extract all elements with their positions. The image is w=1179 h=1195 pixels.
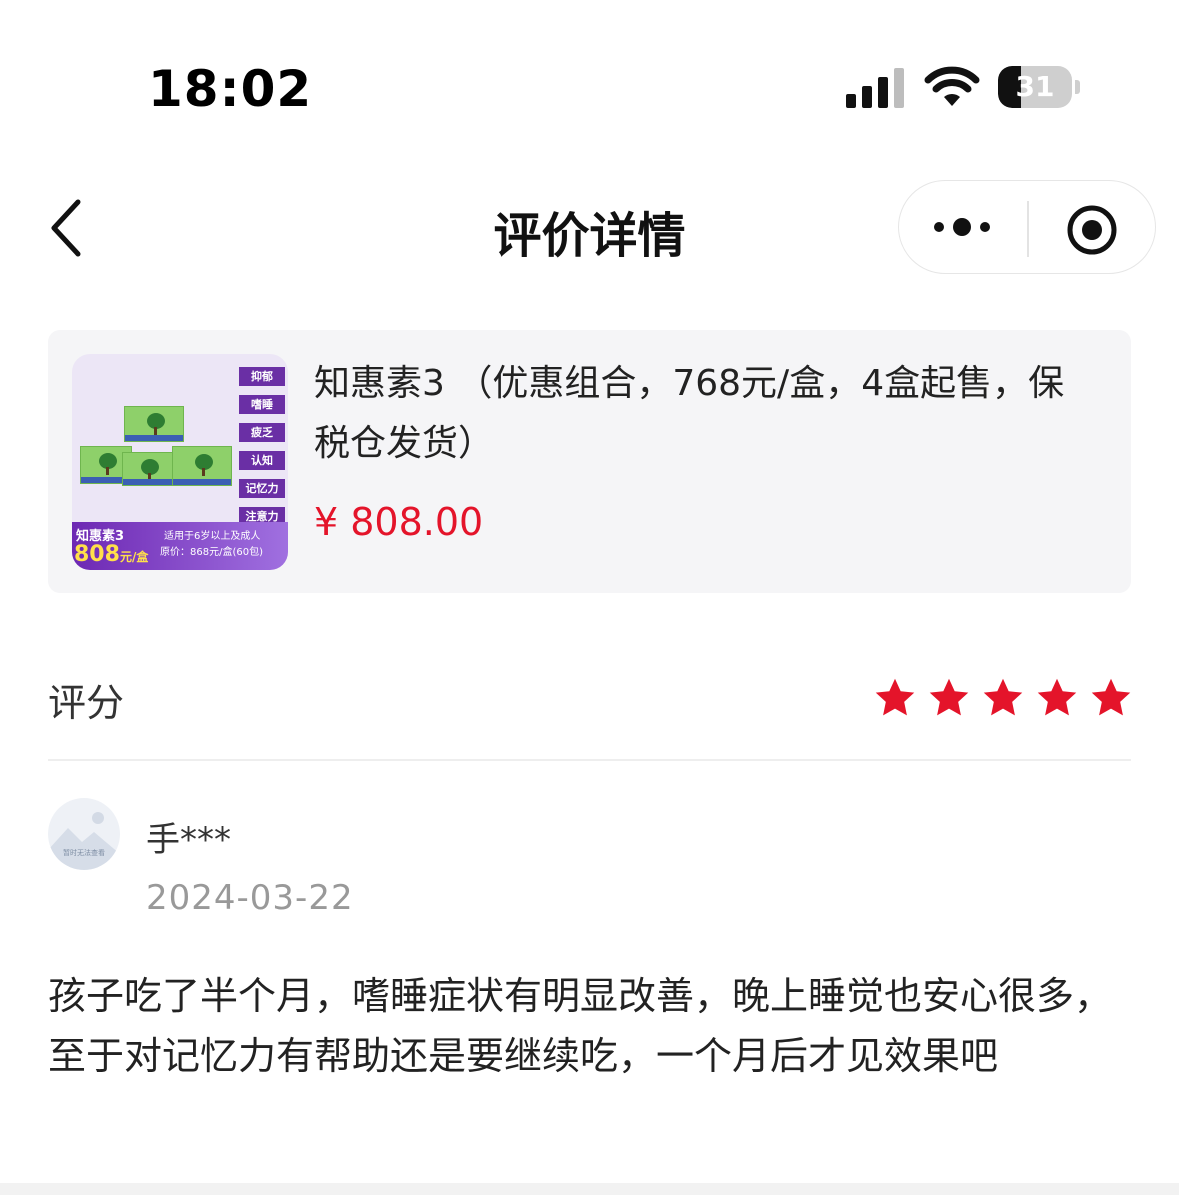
mini-program-capsule: [898, 180, 1156, 274]
star-icon: [929, 678, 969, 716]
bottom-edge: [0, 1183, 1179, 1195]
more-dots-icon[interactable]: [929, 207, 999, 247]
product-tag: 记忆力: [239, 479, 285, 498]
banner-line-2: 原价：868元/盒(60包): [160, 547, 263, 558]
avatar-caption: 暂时无法查看: [63, 849, 105, 857]
reviewer-name: 手***: [146, 820, 231, 860]
product-card[interactable]: 抑郁 嗜睡 疲乏 认知 记忆力 注意力 知惠素3 808元/盒 适用于6岁以上及…: [48, 330, 1131, 593]
product-image[interactable]: 抑郁 嗜睡 疲乏 认知 记忆力 注意力 知惠素3 808元/盒 适用于6岁以上及…: [72, 354, 288, 570]
product-price: ¥ 808.00: [314, 500, 484, 544]
product-box: [122, 452, 174, 486]
product-image-banner: 知惠素3 808元/盒 适用于6岁以上及成人 原价：868元/盒(60包): [72, 522, 288, 570]
wifi-icon: [924, 66, 980, 106]
product-tag: 嗜睡: [239, 395, 285, 414]
cellular-signal-icon: [846, 68, 904, 108]
star-icon: [875, 678, 915, 716]
product-box: [124, 406, 184, 442]
divider: [48, 759, 1131, 761]
capsule-divider: [1027, 201, 1029, 257]
product-tag: 抑郁: [239, 367, 285, 386]
star-icon: [1091, 678, 1131, 716]
product-tags: 抑郁 嗜睡 疲乏 认知 记忆力 注意力: [239, 367, 285, 535]
target-close-icon[interactable]: [1065, 203, 1119, 257]
review-date: 2024-03-22: [146, 878, 354, 918]
banner-line-1: 适用于6岁以上及成人: [164, 531, 261, 542]
battery-level: 31: [1015, 70, 1055, 103]
product-title[interactable]: 知惠素3 （优惠组合，768元/盒，4盒起售，保税仓发货）: [314, 354, 1094, 474]
image-placeholder-icon: [48, 812, 120, 870]
review-text: 孩子吃了半个月，嗜睡症状有明显改善，晚上睡觉也安心很多，至于对记忆力有帮助还是要…: [48, 974, 1113, 1078]
rating-stars: [873, 676, 1143, 720]
avatar: 暂时无法查看: [48, 798, 120, 870]
status-time: 18:02: [148, 60, 313, 118]
product-tag: 认知: [239, 451, 285, 470]
battery-icon: 31: [998, 66, 1082, 110]
star-icon: [1037, 678, 1077, 716]
rating-label: 评分: [48, 681, 125, 725]
star-icon: [983, 678, 1023, 716]
product-box: [172, 446, 232, 486]
product-tag: 疲乏: [239, 423, 285, 442]
banner-price: 808元/盒: [74, 542, 149, 567]
